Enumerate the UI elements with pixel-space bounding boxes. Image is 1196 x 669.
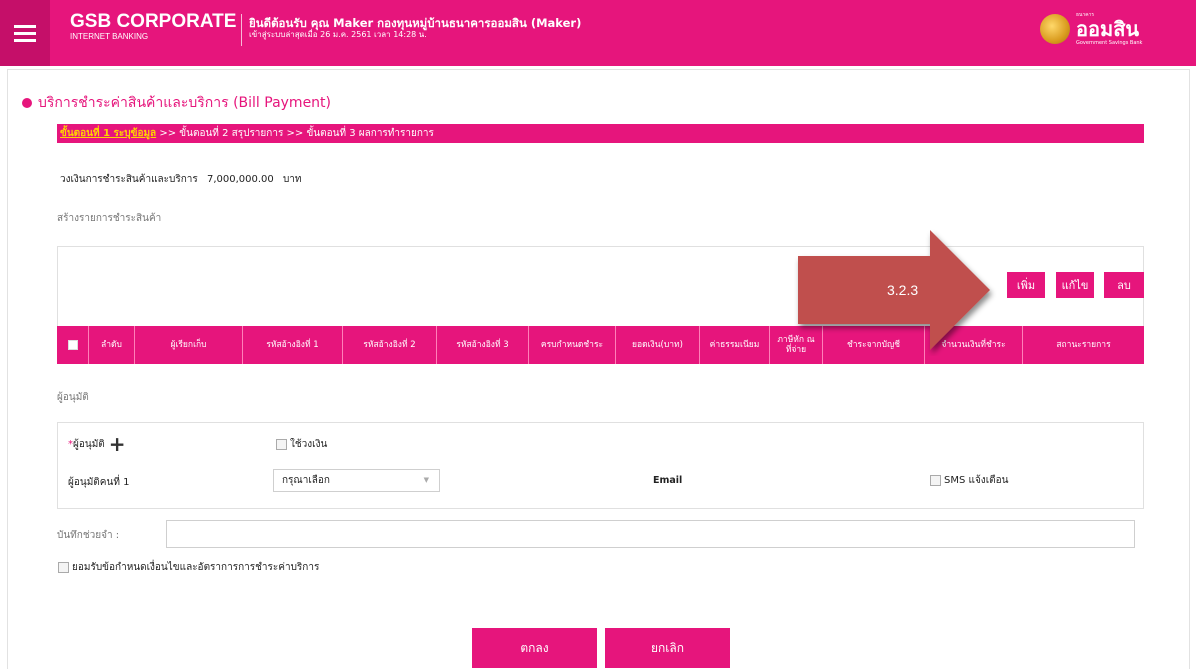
edit-button[interactable]: แก้ไข [1056, 272, 1094, 298]
bullet-dot-icon [22, 98, 32, 108]
col-header: สถานะรายการ [1056, 340, 1111, 350]
limit-line: วงเงินการชำระสินค้าและบริการ 7,000,000.0… [60, 172, 308, 187]
approver-label: *ผู้อนุมัติ + [68, 434, 126, 454]
step-3: ขั้นตอนที่ 3 ผลการทำรายการ [306, 128, 434, 139]
chevron-down-icon: ▼ [423, 476, 429, 484]
gsb-logo: ธนาคาร ออมสิน Government Savings Bank [1040, 12, 1142, 46]
approver-box [57, 422, 1144, 509]
col-header: ค่าธรรมเนียม [700, 326, 770, 364]
welcome-block: ยินดีต้อนรับ คุณ Maker กองทุนหมู่บ้านธนา… [249, 16, 581, 40]
step-bar: ขั้นตอนที่ 1 ระบุข้อมูล >> ขั้นตอนที่ 2 … [57, 124, 1144, 143]
select-all-cell [57, 326, 89, 364]
terms-option[interactable]: ยอมรับข้อกำหนดเงื่อนไขและอัตราการการชำระ… [58, 560, 319, 575]
page-title: บริการชำระค่าสินค้าและบริการ (Bill Payme… [22, 92, 331, 114]
sms-label: SMS แจ้งเตือน [944, 475, 1009, 486]
step-separator: >> [156, 128, 180, 139]
terms-checkbox[interactable] [58, 561, 69, 573]
approver-section-label: ผู้อนุมัติ [57, 392, 89, 403]
gsb-emblem-icon [1040, 14, 1070, 44]
col-header: ผู้เรียกเก็บ [135, 326, 243, 364]
ok-button[interactable]: ตกลง [472, 628, 597, 668]
delete-button[interactable]: ลบ [1104, 272, 1144, 298]
terms-label: ยอมรับข้อกำหนดเงื่อนไขและอัตราการการชำระ… [72, 562, 320, 573]
approver1-select[interactable]: กรุณาเลือก ▼ [273, 469, 440, 492]
hamburger-menu-icon[interactable] [0, 0, 50, 66]
logo-text: ออมสิน [1076, 17, 1140, 41]
email-label: Email [653, 475, 683, 486]
create-section-label: สร้างรายการชำระสินค้า [57, 213, 162, 224]
sms-option[interactable]: SMS แจ้งเตือน [930, 473, 1008, 488]
col-header: ยอดเงิน(บาท) [616, 326, 700, 364]
brand: GSB CORPORATE INTERNET BANKING [70, 12, 236, 42]
col-header: ครบกำหนดชำระ [529, 326, 616, 364]
step-2: ขั้นตอนที่ 2 สรุปรายการ [179, 128, 284, 139]
logo-subtext: Government Savings Bank [1076, 40, 1143, 46]
select-all-checkbox[interactable] [67, 340, 78, 350]
last-login-text: เข้าสู่ระบบล่าสุดเมื่อ 26 ม.ค. 2561 เวลา… [249, 30, 427, 39]
header-divider [241, 14, 242, 46]
approver1-select-value: กรุณาเลือก [282, 475, 330, 486]
limit-label: วงเงินการชำระสินค้าและบริการ [60, 174, 198, 185]
memo-label: บันทึกช่วยจำ : [57, 530, 120, 541]
use-limit-option[interactable]: ใช้วงเงิน [276, 437, 327, 452]
memo-input[interactable] [166, 520, 1135, 548]
top-header: GSB CORPORATE INTERNET BANKING ยินดีต้อน… [0, 0, 1196, 66]
use-limit-label: ใช้วงเงิน [290, 439, 328, 450]
add-approver-plus-icon[interactable]: + [109, 432, 126, 456]
col-header: รหัสอ้างอิงที่ 1 [243, 326, 343, 364]
step-1-current: ขั้นตอนที่ 1 ระบุข้อมูล [60, 128, 157, 139]
limit-amount: 7,000,000.00 [206, 174, 274, 185]
page-title-text: บริการชำระค่าสินค้าและบริการ (Bill Payme… [38, 95, 332, 111]
brand-title: GSB CORPORATE [70, 11, 237, 32]
col-header: ลำดับ [89, 326, 135, 364]
brand-subtitle: INTERNET BANKING [70, 32, 149, 41]
content-panel [7, 69, 1190, 669]
use-limit-checkbox[interactable] [276, 438, 287, 450]
cancel-button[interactable]: ยกเลิก [605, 628, 730, 668]
col-header: รหัสอ้างอิงที่ 3 [437, 326, 529, 364]
callout-label: 3.2.3 [887, 282, 919, 298]
sms-checkbox[interactable] [930, 474, 941, 486]
approver1-label: ผู้อนุมัติคนที่ 1 [68, 477, 130, 488]
limit-unit: บาท [282, 174, 302, 185]
step-separator: >> [283, 128, 307, 139]
welcome-text: ยินดีต้อนรับ คุณ Maker กองทุนหมู่บ้านธนา… [249, 16, 582, 30]
approver-label-text: ผู้อนุมัติ [73, 439, 105, 450]
col-header: รหัสอ้างอิงที่ 2 [343, 326, 437, 364]
